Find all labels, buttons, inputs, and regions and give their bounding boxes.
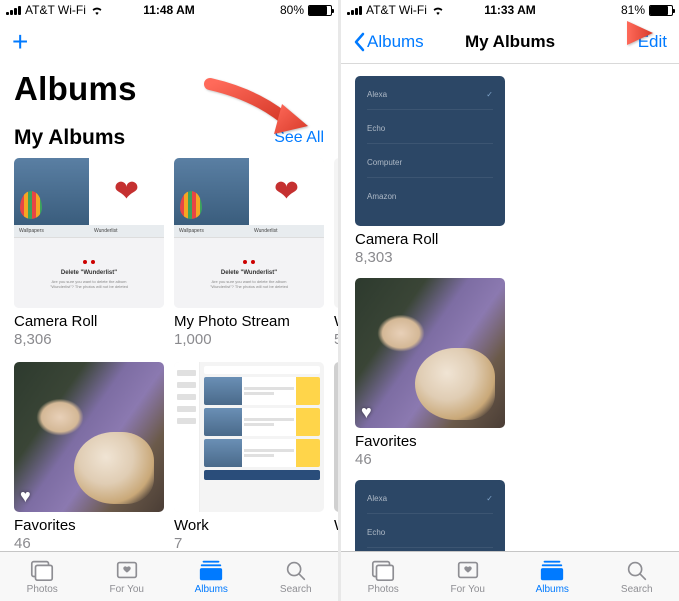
for-you-icon — [114, 558, 140, 582]
chevron-left-icon — [353, 32, 365, 52]
battery-percent-label: 81% — [621, 3, 645, 17]
album-name: Camera Roll — [14, 313, 164, 331]
album-favorites[interactable]: ♥ Favorites 46 — [14, 362, 164, 551]
signal-icon — [347, 5, 362, 15]
album-thumbnail: WallpapersWunderlist Delete "Wunderlist"… — [174, 158, 324, 308]
album-count: 5 — [334, 331, 338, 348]
album-name: W — [334, 517, 338, 535]
page-title: Albums — [14, 70, 324, 108]
nav-title: My Albums — [465, 32, 555, 52]
search-icon — [624, 558, 650, 582]
wifi-icon — [90, 5, 104, 15]
album-count: 46 — [14, 535, 164, 551]
album-count: 8,306 — [14, 331, 164, 348]
tab-bar: Photos For You Albums Search — [0, 551, 338, 601]
album-count: 8,303 — [355, 249, 505, 266]
album-thumbnail: ♥ — [14, 362, 164, 512]
albums-icon — [539, 558, 565, 582]
nav-bar: Albums My Albums Edit — [341, 20, 679, 64]
for-you-icon — [455, 558, 481, 582]
add-album-button[interactable]: + — [12, 28, 28, 56]
album-photo-stream[interactable]: WallpapersWunderlist Delete "Wunderlist"… — [174, 158, 324, 348]
album-name: Work — [174, 517, 324, 535]
album-favorites[interactable]: ♥ Favorites 46 — [355, 278, 505, 468]
tab-albums[interactable]: Albums — [169, 552, 254, 601]
see-all-button[interactable]: See All — [274, 129, 324, 147]
battery-icon — [649, 5, 673, 16]
album-thumbnail: Alexa✓ Echo Computer Amazon — [355, 76, 505, 226]
signal-icon — [6, 5, 21, 15]
tab-photos[interactable]: Photos — [0, 552, 85, 601]
albums-icon — [198, 558, 224, 582]
nav-bar: + — [0, 20, 338, 64]
album-count: 1,000 — [174, 331, 324, 348]
album-name: W — [334, 313, 338, 331]
battery-percent-label: 80% — [280, 3, 304, 17]
check-icon: ✓ — [486, 494, 493, 503]
clock-label: 11:48 AM — [143, 3, 195, 17]
phone-right-my-albums: AT&T Wi-Fi 11:33 AM 81% Albums My Albums… — [341, 0, 679, 601]
status-bar: AT&T Wi-Fi 11:48 AM 80% — [0, 0, 338, 20]
album-thumbnail — [334, 158, 338, 308]
heart-icon: ♥ — [361, 402, 372, 423]
photos-icon — [29, 558, 55, 582]
tab-photos[interactable]: Photos — [341, 552, 426, 601]
content-scroll[interactable]: Albums My Albums See All WallpapersWunde… — [0, 64, 338, 551]
phone-left-albums-root: AT&T Wi-Fi 11:48 AM 80% + Albums My Albu… — [0, 0, 338, 601]
album-thumbnail: Alexa✓ Echo Computer Amazon — [355, 480, 505, 551]
edit-button[interactable]: Edit — [638, 32, 667, 52]
album-thumbnail: WallpapersWunderlist Delete "Wunderlist"… — [14, 158, 164, 308]
heart-icon: ♥ — [20, 486, 31, 507]
tab-search[interactable]: Search — [254, 552, 339, 601]
album-count: 7 — [174, 535, 324, 551]
carrier-label: AT&T Wi-Fi — [366, 3, 427, 17]
album-work[interactable]: Work 7 — [174, 362, 324, 551]
check-icon: ✓ — [486, 90, 493, 99]
album-name: My Photo Stream — [174, 313, 324, 331]
tab-for-you[interactable]: For You — [85, 552, 170, 601]
search-icon — [283, 558, 309, 582]
content-scroll[interactable]: Alexa✓ Echo Computer Amazon Camera Roll … — [341, 64, 679, 551]
wifi-icon — [431, 5, 445, 15]
album-name: Camera Roll — [355, 231, 505, 249]
album-thumbnail: ♥ — [355, 278, 505, 428]
album-camera-roll[interactable]: WallpapersWunderlist Delete "Wunderlist"… — [14, 158, 164, 348]
section-title: My Albums — [14, 126, 125, 150]
album-camera-roll[interactable]: Alexa✓ Echo Computer Amazon Camera Roll … — [355, 76, 505, 266]
clock-label: 11:33 AM — [484, 3, 536, 17]
album-thumbnail — [174, 362, 324, 512]
photos-icon — [370, 558, 396, 582]
tab-search[interactable]: Search — [595, 552, 679, 601]
album-count: 46 — [355, 451, 505, 468]
carrier-label: AT&T Wi-Fi — [25, 3, 86, 17]
tab-albums[interactable]: Albums — [510, 552, 595, 601]
album-peek[interactable]: W 5 — [334, 158, 338, 348]
back-button[interactable]: Albums — [353, 32, 424, 52]
album-photo-stream[interactable]: Alexa✓ Echo Computer Amazon My Photo Str… — [355, 480, 505, 551]
tab-bar: Photos For You Albums Search — [341, 551, 679, 601]
tab-for-you[interactable]: For You — [426, 552, 511, 601]
album-name: Favorites — [14, 517, 164, 535]
battery-icon — [308, 5, 332, 16]
album-peek[interactable]: W — [334, 362, 338, 551]
album-thumbnail — [334, 362, 338, 512]
albums-row-1[interactable]: WallpapersWunderlist Delete "Wunderlist"… — [14, 158, 324, 348]
albums-row-2[interactable]: ♥ Favorites 46 Work — [14, 362, 324, 551]
album-name: Favorites — [355, 433, 505, 451]
status-bar: AT&T Wi-Fi 11:33 AM 81% — [341, 0, 679, 20]
